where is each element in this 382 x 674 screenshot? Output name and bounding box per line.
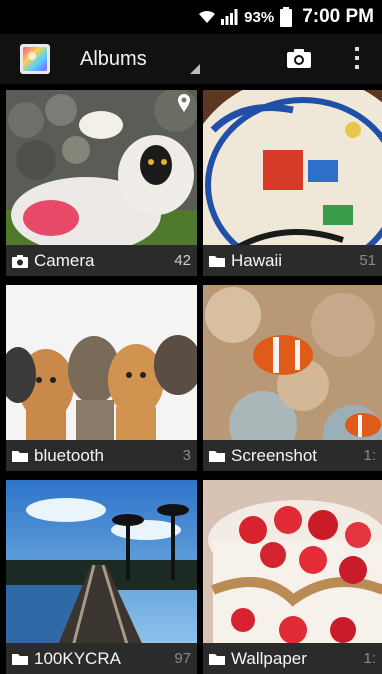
album-tile-screenshot[interactable]: Screenshot 1:	[203, 285, 382, 471]
battery-percent: 93%	[244, 8, 275, 26]
album-name: Wallpaper	[231, 648, 307, 668]
album-name: bluetooth	[34, 445, 104, 465]
wifi-icon	[199, 10, 216, 23]
folder-icon	[12, 653, 28, 665]
album-count: 51	[359, 252, 376, 269]
album-label-bar: Wallpaper 1:	[203, 643, 382, 674]
album-tile-bluetooth[interactable]: bluetooth 3	[6, 285, 197, 471]
album-count: 1:	[363, 650, 376, 667]
folder-icon	[209, 653, 225, 665]
folder-icon	[209, 450, 225, 462]
album-name: Hawaii	[231, 250, 283, 270]
album-tile-hawaii[interactable]: Hawaii 51	[203, 90, 382, 276]
album-tile-camera[interactable]: Camera 42	[6, 90, 197, 276]
album-spinner[interactable]: Albums	[80, 34, 200, 84]
album-tile-wallpaper[interactable]: Wallpaper 1:	[203, 480, 382, 674]
app-gallery-icon[interactable]	[20, 44, 50, 74]
status-bar: 93% 7:00 PM	[0, 0, 382, 34]
album-name: Camera	[34, 250, 95, 270]
overflow-menu-icon[interactable]	[352, 46, 362, 70]
folder-icon	[12, 450, 28, 462]
page-title: Albums	[80, 47, 147, 70]
camera-icon[interactable]	[286, 45, 312, 71]
folder-icon	[209, 255, 225, 267]
album-label-bar: Screenshot 1:	[203, 440, 382, 471]
album-name: 100KYCRA	[34, 648, 121, 668]
battery-icon	[280, 7, 293, 27]
album-grid: Camera 42 Hawaii 51 bluetooth 3 Screensh…	[0, 84, 382, 674]
album-count: 97	[174, 650, 191, 667]
album-count: 1:	[363, 447, 376, 464]
album-label-bar: Hawaii 51	[203, 245, 382, 276]
camera-icon	[12, 254, 28, 268]
spinner-corner-icon	[190, 64, 200, 74]
album-count: 3	[182, 447, 191, 464]
status-icons	[198, 9, 238, 25]
location-pin-icon	[178, 94, 190, 112]
album-tile-100kycra[interactable]: 100KYCRA 97	[6, 480, 197, 674]
album-label-bar: 100KYCRA 97	[6, 643, 197, 674]
signal-icon	[221, 9, 238, 25]
album-name: Screenshot	[231, 445, 317, 465]
status-clock: 7:00 PM	[302, 6, 374, 27]
album-label-bar: bluetooth 3	[6, 440, 197, 471]
action-bar: Albums	[0, 34, 382, 84]
album-count: 42	[174, 252, 191, 269]
album-label-bar: Camera 42	[6, 245, 197, 276]
